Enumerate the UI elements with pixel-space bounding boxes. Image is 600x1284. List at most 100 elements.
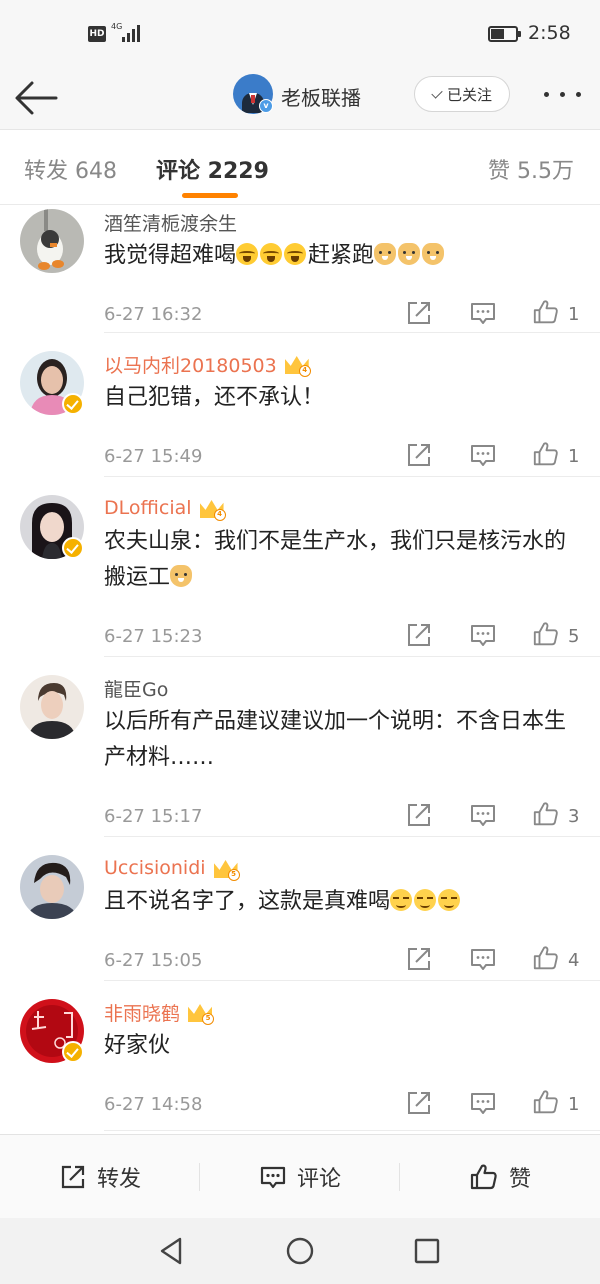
reply-icon[interactable] [470, 442, 496, 468]
reply-icon[interactable] [470, 1090, 496, 1116]
comment-button[interactable]: 评论 [200, 1135, 400, 1219]
tab-comments[interactable]: 评论 2229 [156, 153, 269, 185]
more-options-button[interactable] [540, 82, 584, 106]
back-triangle-icon[interactable] [154, 1234, 188, 1268]
thumbs-up-icon[interactable] [532, 298, 560, 326]
comment-item[interactable]: 以马内利20180503 4 自己犯错，还不承认！ 6-27 15:49 1 [0, 333, 600, 477]
share-icon[interactable] [406, 300, 432, 326]
comment-text-segment: 好家伙 [104, 1033, 171, 1058]
back-button[interactable] [12, 78, 60, 118]
share-icon[interactable] [406, 802, 432, 828]
share-icon[interactable] [406, 1090, 432, 1116]
comment-meta: 6-27 16:32 1 [104, 300, 580, 328]
commenter-name[interactable]: 龍臣Go [104, 675, 168, 702]
commenter-avatar[interactable] [20, 209, 84, 273]
back-arrow-icon [15, 81, 58, 115]
like-count: 5 [568, 626, 580, 647]
cry-icon [260, 243, 283, 265]
verified-badge-icon [62, 1041, 84, 1063]
comment-timestamp: 6-27 15:49 [104, 446, 203, 467]
checkmark-icon [431, 86, 443, 99]
commenter-name-row: Uccisionidi 5 [104, 854, 240, 882]
thumbs-up-icon[interactable] [532, 440, 560, 468]
vip-level-badge: 5 [202, 1013, 215, 1025]
comment-text: 以后所有产品建议建议加一个说明：不含日本生产材料…… [104, 704, 584, 776]
smug-icon [414, 889, 437, 911]
tab-likes[interactable]: 赞 5.5万 [488, 153, 574, 185]
status-bar: HD 4G 2:58 [0, 0, 600, 68]
vip-level-badge: 4 [298, 365, 311, 377]
comment-text: 自己犯错，还不承认！ [104, 380, 584, 416]
like-count: 1 [568, 446, 580, 467]
like-button[interactable]: 赞 [400, 1135, 600, 1219]
comment-item[interactable]: DLofficial 4 农夫山泉：我们不是生产水，我们只是核污水的搬运工 6-27 … [0, 477, 600, 657]
comment-meta: 6-27 15:49 1 [104, 442, 580, 470]
share-icon [61, 1165, 85, 1189]
smug-icon [438, 889, 461, 911]
system-navigation-bar [0, 1218, 600, 1284]
like-count: 3 [568, 806, 580, 827]
comment-item[interactable]: 非雨晓鹤 5 好家伙 6-27 14:58 1 [0, 981, 600, 1131]
share-icon[interactable] [406, 622, 432, 648]
commenter-name-row: 酒笙清栀渡余生 [104, 208, 237, 236]
comment-meta: 6-27 15:17 3 [104, 802, 580, 830]
verified-badge-icon [62, 537, 84, 559]
thumbs-up-icon[interactable] [532, 1088, 560, 1116]
commenter-name-row: 龍臣Go [104, 674, 168, 702]
comment-text-segment: 我觉得超难喝 [104, 243, 237, 268]
like-count: 4 [568, 950, 580, 971]
comment-meta: 6-27 14:58 1 [104, 1090, 580, 1118]
commenter-name-row: 以马内利20180503 4 [104, 350, 311, 378]
doge-icon [398, 243, 421, 265]
comment-timestamp: 6-27 15:17 [104, 806, 203, 827]
home-circle-icon[interactable] [283, 1234, 317, 1268]
thumbs-up-icon[interactable] [532, 944, 560, 972]
like-count: 1 [568, 304, 580, 325]
active-tab-indicator [182, 193, 238, 198]
comment-text: 我觉得超难喝 赶紧跑 [104, 238, 584, 274]
comment-item[interactable]: Uccisionidi 5 且不说名字了，这款是真难喝 6-27 15:05 4 [0, 837, 600, 981]
following-label: 已关注 [446, 85, 492, 104]
verified-badge-icon [62, 393, 84, 415]
verified-badge-icon: v [259, 99, 273, 113]
repost-label: 转发 [96, 1167, 141, 1192]
comment-item[interactable]: 酒笙清栀渡余生 我觉得超难喝 赶紧跑 6-27 16:32 1 [0, 205, 600, 333]
commenter-name[interactable]: 酒笙清栀渡余生 [104, 209, 237, 236]
commenter-name[interactable]: 以马内利20180503 [104, 351, 277, 378]
commenter-avatar[interactable] [20, 855, 84, 919]
following-button[interactable]: 已关注 [414, 76, 510, 112]
commenter-name[interactable]: Uccisionidi [104, 857, 206, 879]
thumbs-up-icon[interactable] [532, 620, 560, 648]
commenter-name[interactable]: DLofficial [104, 497, 192, 519]
thumbs-up-icon[interactable] [532, 800, 560, 828]
comment-timestamp: 6-27 14:58 [104, 1094, 203, 1115]
tab-reposts[interactable]: 转发 648 [24, 153, 117, 185]
commenter-avatar[interactable] [20, 675, 84, 739]
commenter-name[interactable]: 非雨晓鹤 [104, 999, 180, 1026]
share-icon[interactable] [406, 442, 432, 468]
reply-icon[interactable] [470, 802, 496, 828]
comment-text: 农夫山泉：我们不是生产水，我们只是核污水的搬运工 [104, 524, 584, 596]
commenter-name-row: 非雨晓鹤 5 [104, 998, 215, 1026]
vip-crown-icon: 4 [199, 497, 226, 521]
divider [104, 1130, 600, 1131]
recents-square-icon[interactable] [410, 1234, 444, 1268]
clock: 2:58 [528, 22, 571, 44]
comment-text: 且不说名字了，这款是真难喝 [104, 884, 584, 920]
reply-icon[interactable] [470, 622, 496, 648]
reply-icon[interactable] [470, 300, 496, 326]
reply-icon[interactable] [470, 946, 496, 972]
comment-timestamp: 6-27 15:23 [104, 626, 203, 647]
bottom-action-bar: 转发 评论 赞 [0, 1134, 600, 1218]
smug-icon [390, 889, 413, 911]
account-name[interactable]: 老板联播 [281, 82, 361, 111]
comment-timestamp: 6-27 16:32 [104, 304, 203, 325]
commenter-name-row: DLofficial 4 [104, 494, 226, 522]
vip-crown-icon: 4 [284, 353, 311, 377]
comment-item[interactable]: 龍臣Go 以后所有产品建议建议加一个说明：不含日本生产材料…… 6-27 15:17… [0, 657, 600, 837]
thumbs-up-icon [470, 1164, 497, 1190]
share-icon[interactable] [406, 946, 432, 972]
repost-button[interactable]: 转发 [0, 1135, 200, 1219]
vip-crown-icon: 5 [188, 1001, 215, 1025]
comment-text-segment: 以后所有产品建议建议加一个说明：不含日本生产材料…… [104, 709, 567, 770]
